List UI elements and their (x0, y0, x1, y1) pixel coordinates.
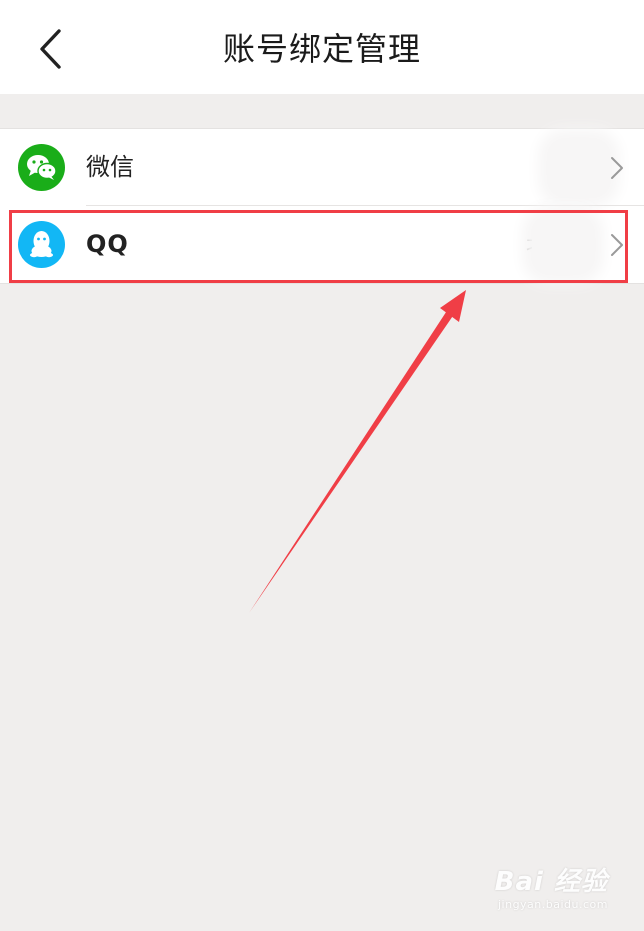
account-list: 微信 QQ 北 (0, 128, 644, 284)
watermark-url: jingyan.baidu.com (497, 898, 608, 911)
page-title: 账号绑定管理 (222, 30, 421, 68)
qq-label: QQ (86, 230, 129, 258)
privacy-blur (548, 139, 610, 197)
wechat-icon (18, 144, 65, 191)
chevron-right-icon (610, 156, 624, 180)
watermark: Bai 经验 jingyan.baidu.com (458, 861, 608, 911)
nav-bar: 账号绑定管理 (0, 0, 644, 94)
qq-icon (18, 221, 65, 268)
list-item-qq[interactable]: QQ 北 (0, 206, 644, 283)
wechat-label: 微信 (86, 153, 134, 181)
list-item-wechat[interactable]: 微信 (0, 129, 644, 206)
chevron-right-icon (610, 233, 624, 257)
watermark-logo: Bai 经验 (494, 867, 608, 897)
privacy-blur (532, 216, 594, 274)
